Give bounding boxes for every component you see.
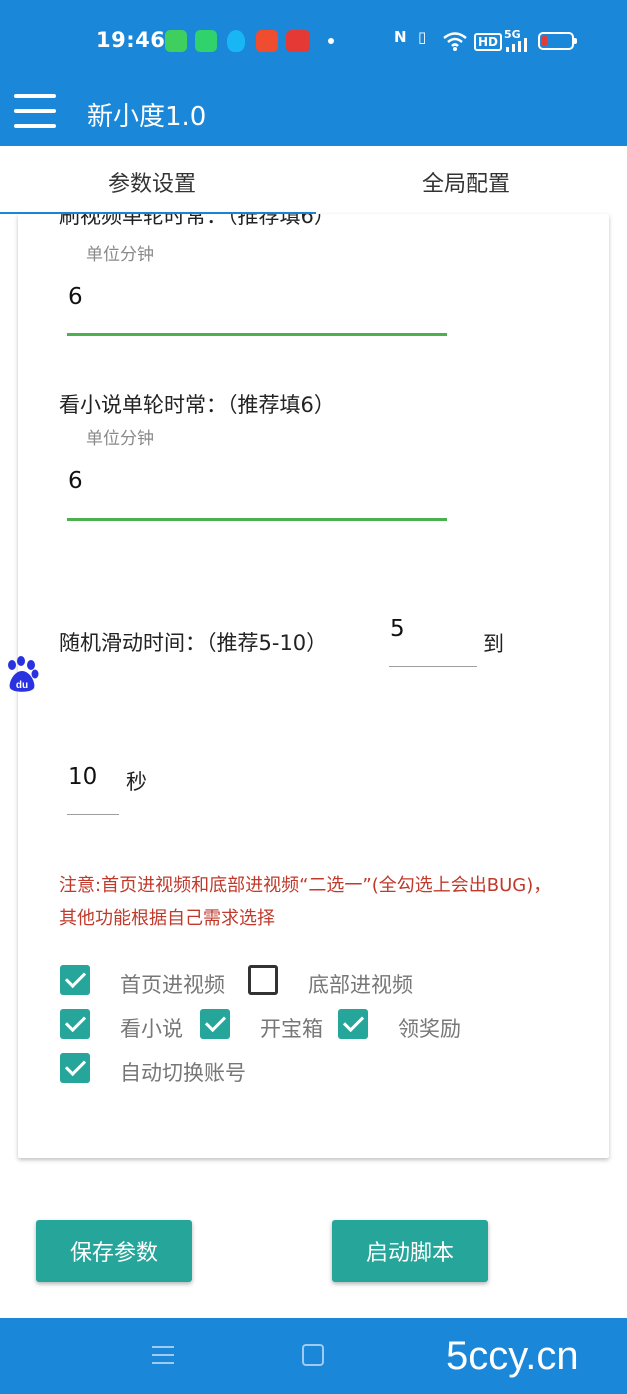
bottom-video-label[interactable]: 底部进视频 xyxy=(308,969,413,999)
video-duration-hint: 单位分钟 xyxy=(86,245,154,265)
bottom-video-checkbox[interactable] xyxy=(248,965,278,995)
open-chest-checkbox[interactable] xyxy=(200,1009,230,1039)
tab-global-config[interactable]: 全局配置 xyxy=(422,166,510,198)
battery-icon xyxy=(538,32,577,50)
vibrate-icon: ▯ xyxy=(418,28,427,46)
swipe-min-underline xyxy=(389,666,477,667)
read-novel-checkbox[interactable] xyxy=(60,1009,90,1039)
swipe-unit-label: 秒 xyxy=(126,770,147,794)
novel-duration-input[interactable]: 6 xyxy=(68,468,83,494)
open-chest-label[interactable]: 开宝箱 xyxy=(260,1013,323,1043)
tab-bar: 参数设置 全局配置 xyxy=(0,146,627,214)
recent-apps-icon[interactable] xyxy=(152,1346,174,1364)
warning-text: 注意:首页进视频和底部进视频“二选一”(全勾选上会出BUG)，其他功能根据自己需… xyxy=(59,875,552,929)
novel-duration-label: 看小说单轮时常：（推荐填6） xyxy=(59,393,335,417)
signal-icon xyxy=(506,38,527,52)
video-duration-label: 刷视频单轮时常：（推荐填6） xyxy=(59,214,335,228)
swipe-min-input[interactable]: 5 xyxy=(390,616,405,642)
auto-switch-account-checkbox[interactable] xyxy=(60,1053,90,1083)
app-bar: 新小度1.0 xyxy=(0,84,627,146)
menu-icon[interactable] xyxy=(14,94,56,130)
chat-notification-icon xyxy=(195,30,217,52)
settings-card: 刷视频单轮时常：（推荐填6） 单位分钟 6 看小说单轮时常：（推荐填6） 单位分… xyxy=(18,214,609,1158)
app-title: 新小度1.0 xyxy=(87,102,207,132)
swipe-max-input[interactable]: 10 xyxy=(68,764,97,790)
qq-notification-icon xyxy=(227,30,245,52)
home-video-label[interactable]: 首页进视频 xyxy=(120,969,225,999)
auto-switch-account-label[interactable]: 自动切换账号 xyxy=(120,1057,246,1087)
start-script-button[interactable]: 启动脚本 xyxy=(332,1220,488,1282)
home-video-checkbox[interactable] xyxy=(60,965,90,995)
video-duration-underline xyxy=(67,333,447,336)
svg-text:du: du xyxy=(16,680,28,691)
more-notifications-icon xyxy=(328,38,334,44)
news-notification-icon xyxy=(286,30,310,52)
save-params-button[interactable]: 保存参数 xyxy=(36,1220,192,1282)
swipe-max-underline xyxy=(67,814,119,815)
novel-duration-hint: 单位分钟 xyxy=(86,429,154,449)
claim-reward-label[interactable]: 领奖励 xyxy=(398,1013,461,1043)
watermark: 5ccy.cn xyxy=(446,1334,579,1378)
hd-badge: HD xyxy=(474,33,503,51)
claim-reward-checkbox[interactable] xyxy=(338,1009,368,1039)
wifi-icon xyxy=(443,32,467,51)
swipe-time-label: 随机滑动时间：（推荐5-10） xyxy=(59,631,328,655)
shop-notification-icon xyxy=(256,30,278,52)
video-duration-input[interactable]: 6 xyxy=(68,284,83,310)
home-icon[interactable] xyxy=(302,1344,324,1366)
app-notification-icon xyxy=(165,30,187,52)
read-novel-label[interactable]: 看小说 xyxy=(120,1013,183,1043)
status-bar: 19:46 N ▯ HD 5G xyxy=(0,0,627,84)
baidu-paw-icon[interactable]: du xyxy=(4,655,40,695)
swipe-to-label: 到 xyxy=(483,632,504,656)
nfc-icon: N xyxy=(394,28,407,46)
tab-params[interactable]: 参数设置 xyxy=(108,166,196,198)
novel-duration-underline xyxy=(67,518,447,521)
status-time: 19:46 xyxy=(96,28,166,52)
